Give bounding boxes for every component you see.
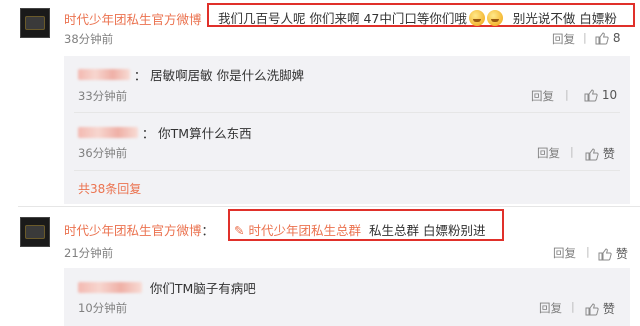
comment-divider <box>18 206 640 207</box>
group-link[interactable]: 时代少年团私生总群 <box>248 223 361 238</box>
thumbs-up-icon <box>598 248 612 261</box>
reply-text: 你TM算什么东西 <box>158 126 252 141</box>
divider <box>74 170 620 171</box>
comment-text: ✎ 时代少年团私生总群 私生总群 白嫖粉别进 <box>234 220 485 239</box>
comment-colon: ： <box>201 223 215 238</box>
separator: | <box>571 300 575 313</box>
reply-item: ： 居敏啊居敏 你是什么洗脚婢 <box>78 65 304 84</box>
link-icon: ✎ <box>234 223 245 238</box>
like-label: 赞 <box>602 302 615 316</box>
crying-emoji-icon <box>468 10 485 26</box>
like-button[interactable]: 8 <box>595 31 620 45</box>
reply-colon: ： <box>141 126 155 141</box>
reply-time: 33分钟前 <box>78 89 128 103</box>
separator: | <box>583 31 587 44</box>
reply-button[interactable]: 回复 <box>537 145 560 161</box>
reply-button[interactable]: 回复 <box>553 245 576 261</box>
avatar[interactable] <box>20 8 50 38</box>
thumbs-up-icon <box>595 32 609 45</box>
reply-time: 36分钟前 <box>78 146 128 160</box>
comment-header: 时代少年团私生官方微博： <box>64 220 214 239</box>
like-count: 10 <box>601 88 618 102</box>
separator: | <box>570 145 574 158</box>
like-button[interactable]: 赞 <box>585 300 615 317</box>
reply-button[interactable]: 回复 <box>531 88 554 104</box>
separator: | <box>565 88 569 101</box>
separator: | <box>586 245 590 258</box>
like-label: 赞 <box>615 247 628 261</box>
reply-button[interactable]: 回复 <box>552 31 575 47</box>
blurred-username[interactable] <box>78 282 142 293</box>
reply-container <box>64 268 630 326</box>
divider <box>74 112 620 113</box>
thumbs-up-icon <box>585 148 599 161</box>
reply-button[interactable]: 回复 <box>539 300 562 316</box>
reply-colon: ： <box>133 68 147 83</box>
reply-text: 居敏啊居敏 你是什么洗脚婢 <box>150 68 305 83</box>
like-label: 赞 <box>602 147 615 161</box>
like-button[interactable]: 赞 <box>585 145 615 162</box>
comment-text-main: 我们几百号人呢 你们来啊 47中门口等你们哦 <box>218 11 467 26</box>
reply-time: 10分钟前 <box>78 301 128 315</box>
avatar[interactable] <box>20 217 50 247</box>
comment-username[interactable]: 时代少年团私生官方微博 <box>64 223 202 238</box>
comment-time: 38分钟前 <box>64 32 114 46</box>
comment-text-tail: 别光说不做 白嫖粉 <box>512 11 617 26</box>
comment-username[interactable]: 时代少年团私生官方微博 <box>64 9 202 28</box>
reply-item: ： 你TM算什么东西 <box>78 123 252 142</box>
like-count: 8 <box>612 31 621 45</box>
comment-time: 21分钟前 <box>64 246 114 260</box>
more-replies-link[interactable]: 共38条回复 <box>78 180 141 197</box>
like-button[interactable]: 10 <box>584 88 617 102</box>
comment-text: 我们几百号人呢 你们来啊 47中门口等你们哦 别光说不做 白嫖粉 <box>218 8 617 27</box>
like-button[interactable]: 赞 <box>598 245 628 262</box>
thumbs-up-icon <box>584 89 598 102</box>
blurred-username[interactable] <box>78 69 130 80</box>
thumbs-up-icon <box>585 303 599 316</box>
reply-item: 你们TM脑子有病吧 <box>78 278 256 297</box>
blurred-username[interactable] <box>78 127 138 138</box>
crying-emoji-icon <box>486 10 503 26</box>
comment-text-main: 私生总群 白嫖粉别进 <box>368 223 486 238</box>
reply-text: 你们TM脑子有病吧 <box>149 281 256 296</box>
